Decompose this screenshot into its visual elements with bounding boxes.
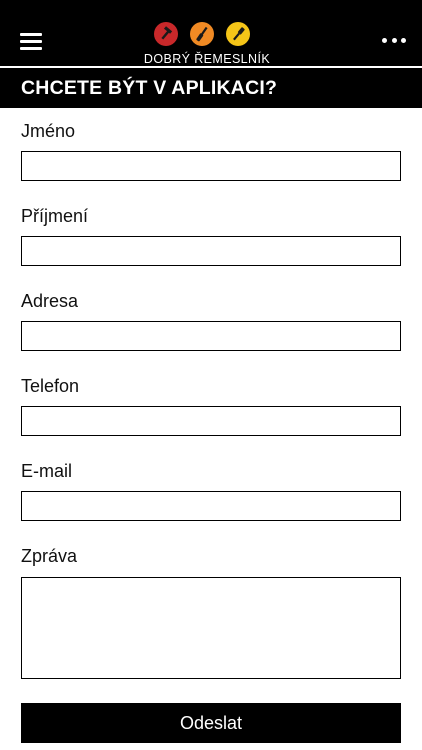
message-label: Zpráva — [21, 546, 78, 566]
page-title: CHCETE BÝT V APLIKACI? — [21, 77, 278, 99]
email-label: E-mail — [21, 461, 73, 481]
brand-name: DOBRÝ ŘEMESLNÍK — [143, 52, 271, 66]
address-label: Adresa — [21, 291, 79, 311]
submit-button[interactable]: Odeslat — [21, 703, 401, 743]
hamburger-menu-icon[interactable] — [20, 33, 42, 51]
first-name-input[interactable] — [21, 151, 401, 181]
logo-icons — [152, 22, 262, 48]
email-input[interactable] — [21, 491, 401, 521]
app-logo: DOBRÝ ŘEMESLNÍK — [140, 22, 274, 66]
last-name-input[interactable] — [21, 236, 401, 266]
last-name-label: Příjmení — [21, 206, 89, 226]
top-app-bar: DOBRÝ ŘEMESLNÍK — [0, 0, 422, 66]
message-textarea[interactable] — [21, 577, 401, 679]
phone-label: Telefon — [21, 376, 80, 396]
address-input[interactable] — [21, 321, 401, 351]
section-header: CHCETE BÝT V APLIKACI? — [0, 68, 422, 108]
paint-brush-icon — [226, 22, 250, 46]
more-horizontal-icon[interactable] — [382, 35, 406, 45]
screwdriver-icon — [190, 22, 214, 46]
hammer-icon — [154, 22, 178, 46]
first-name-label: Jméno — [21, 121, 76, 141]
phone-input[interactable] — [21, 406, 401, 436]
